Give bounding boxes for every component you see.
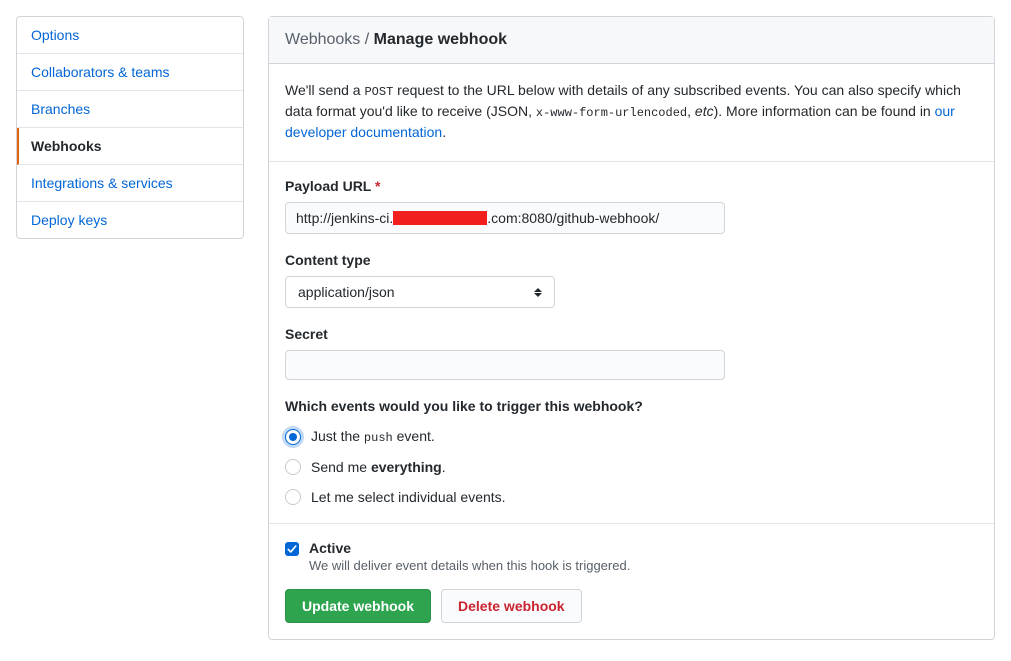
webhook-description: We'll send a POST request to the URL bel…	[269, 64, 994, 162]
secret-label: Secret	[285, 326, 978, 342]
check-icon	[287, 544, 297, 554]
desc-text: ). More information can be found in	[714, 103, 935, 119]
active-note: We will deliver event details when this …	[309, 558, 630, 573]
breadcrumb-separator: /	[365, 31, 369, 48]
webhook-form: Payload URL * http://jenkins-ci. .com:808…	[269, 162, 994, 639]
events-heading: Which events would you like to trigger t…	[285, 398, 978, 414]
radio-icon	[285, 489, 301, 505]
select-caret-icon	[534, 288, 542, 297]
select-value: application/json	[298, 284, 395, 300]
event-option-push[interactable]: Just the push event.	[285, 428, 978, 445]
payload-url-input[interactable]: http://jenkins-ci. .com:8080/github-webho…	[285, 202, 725, 234]
payload-url-label: Payload URL *	[285, 178, 978, 194]
desc-etc: etc	[695, 103, 714, 119]
content-type-select[interactable]: application/json	[285, 276, 555, 308]
events-field: Which events would you like to trigger t…	[285, 398, 978, 505]
redacted-segment	[393, 211, 487, 225]
webhook-panel: Webhooks / Manage webhook We'll send a P…	[268, 16, 995, 640]
radio-label: Send me everything.	[311, 459, 446, 475]
required-indicator: *	[375, 178, 380, 194]
event-option-individual[interactable]: Let me select individual events.	[285, 489, 978, 505]
action-buttons: Update webhook Delete webhook	[285, 589, 978, 623]
url-prefix: http://jenkins-ci.	[296, 210, 393, 226]
delete-webhook-button[interactable]: Delete webhook	[441, 589, 582, 623]
secret-field: Secret	[285, 326, 978, 380]
desc-text: ,	[687, 103, 695, 119]
active-checkbox[interactable]	[285, 542, 299, 556]
radio-label: Just the push event.	[311, 428, 435, 445]
sidebar-item-options[interactable]: Options	[17, 17, 243, 54]
radio-icon	[285, 459, 301, 475]
desc-text: .	[442, 124, 446, 140]
active-field: Active We will deliver event details whe…	[285, 540, 978, 573]
label-text: Payload URL	[285, 178, 371, 194]
radio-label: Let me select individual events.	[311, 489, 506, 505]
sidebar-item-deploy-keys[interactable]: Deploy keys	[17, 202, 243, 238]
payload-url-field: Payload URL * http://jenkins-ci. .com:808…	[285, 178, 978, 234]
sidebar-item-branches[interactable]: Branches	[17, 91, 243, 128]
active-text: Active We will deliver event details whe…	[309, 540, 630, 573]
radio-icon	[285, 429, 301, 445]
update-webhook-button[interactable]: Update webhook	[285, 589, 431, 623]
breadcrumb-parent: Webhooks	[285, 31, 360, 48]
divider	[269, 523, 994, 524]
content-type-field: Content type application/json	[285, 252, 978, 308]
content-type-label: Content type	[285, 252, 978, 268]
event-option-everything[interactable]: Send me everything.	[285, 459, 978, 475]
active-label: Active	[309, 540, 351, 556]
settings-sidebar: Options Collaborators & teams Branches W…	[16, 16, 244, 239]
desc-text: We'll send a	[285, 82, 364, 98]
sidebar-item-webhooks[interactable]: Webhooks	[17, 128, 243, 165]
sidebar-item-integrations[interactable]: Integrations & services	[17, 165, 243, 202]
sidebar-item-collaborators[interactable]: Collaborators & teams	[17, 54, 243, 91]
desc-code-urlencoded: x-www-form-urlencoded	[536, 106, 687, 120]
url-suffix: .com:8080/github-webhook/	[487, 210, 659, 226]
secret-input[interactable]	[285, 350, 725, 380]
breadcrumb-current: Manage webhook	[374, 31, 507, 48]
desc-code-post: POST	[364, 85, 393, 99]
breadcrumb: Webhooks / Manage webhook	[269, 17, 994, 64]
